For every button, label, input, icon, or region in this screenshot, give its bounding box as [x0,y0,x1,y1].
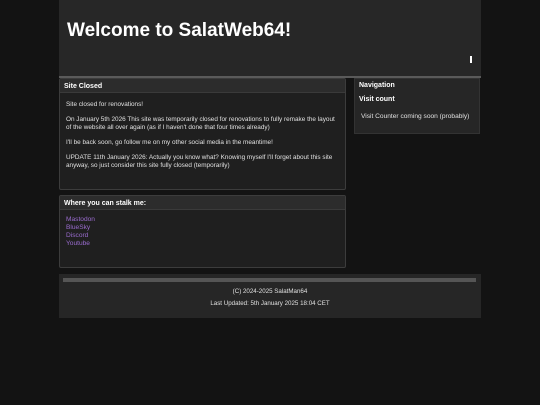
visit-count-heading: Visit count [359,96,395,103]
site-closed-body: Site closed for renovations! On January … [60,93,345,183]
sidebar: Navigation Visit count Visit Counter com… [354,78,480,134]
last-updated-text: Last Updated: 5th January 2025 18:04 CET [210,300,330,307]
site-header: Welcome to SalatWeb64! [59,0,481,76]
site-closed-heading: Site Closed [60,79,345,93]
closed-followup: I'll be back soon, go follow me on my ot… [66,139,273,146]
site-closed-panel: Site Closed Site closed for renovations!… [59,78,346,190]
page: Welcome to SalatWeb64! Site Closed Site … [59,0,481,318]
stalk-heading: Where you can stalk me: [60,196,345,210]
link-discord[interactable]: Discord [66,232,339,240]
link-youtube[interactable]: Youtube [66,240,339,248]
closed-details: On January 5th 2026 This site was tempor… [66,116,335,131]
visit-count-text: Visit Counter coming soon (probably) [361,113,470,120]
copyright-text: (C) 2024-2025 SalatMan64 [232,288,308,295]
closed-notice: Site closed for renovations! [66,101,144,108]
social-links: Mastodon BlueSky Discord Youtube [60,210,345,254]
closed-update: UPDATE 11th January 2026: Actually you k… [66,154,333,169]
stalk-panel: Where you can stalk me: Mastodon BlueSky… [59,195,346,268]
navigation-heading: Navigation [359,82,395,89]
page-title: Welcome to SalatWeb64! [67,20,292,41]
cursor-mark [470,56,472,63]
footer-bar [63,278,476,282]
link-mastodon[interactable]: Mastodon [66,216,339,224]
site-footer: (C) 2024-2025 SalatMan64 Last Updated: 5… [59,274,481,318]
link-bluesky[interactable]: BlueSky [66,224,339,232]
